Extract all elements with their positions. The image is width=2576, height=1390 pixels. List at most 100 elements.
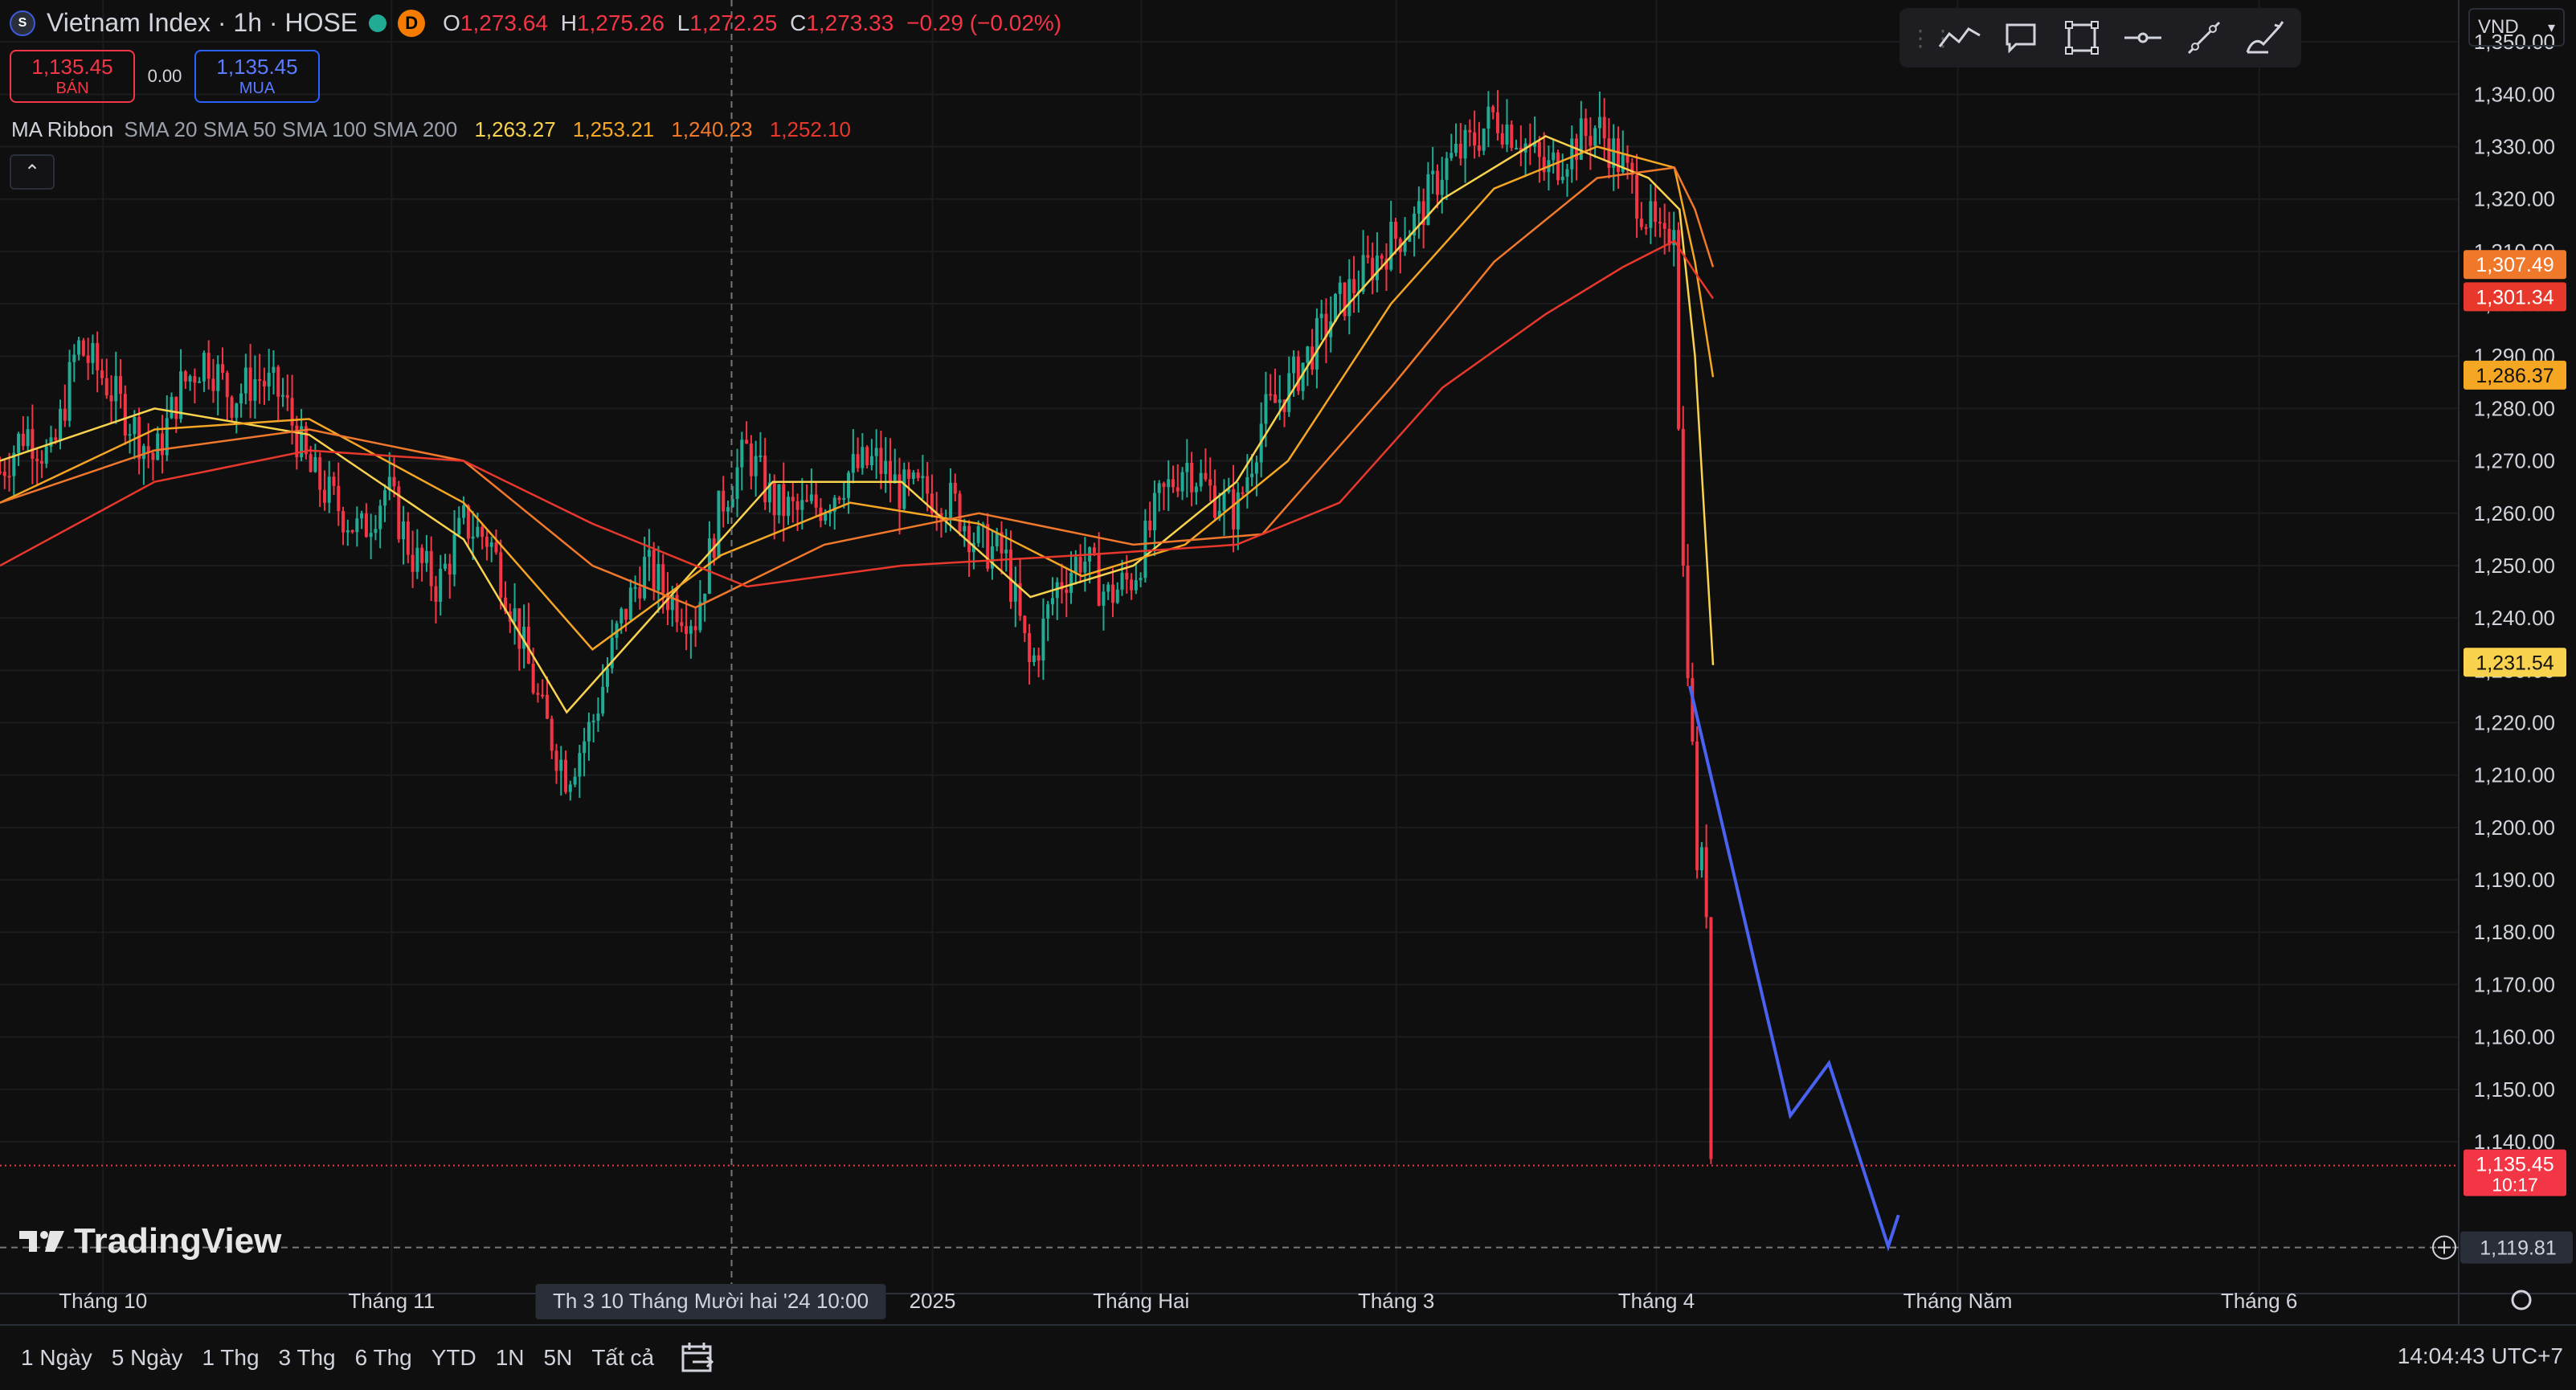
candle-body-364	[1686, 566, 1690, 679]
range-button-3[interactable]: 3 Thg	[269, 1345, 346, 1371]
drag-handle-icon[interactable]: ⋮⋮	[1909, 25, 1954, 51]
range-button-5[interactable]: YTD	[422, 1345, 486, 1371]
candle-body-225	[1041, 618, 1045, 661]
candle-body-324	[1500, 133, 1504, 145]
candle-body-245	[1134, 580, 1138, 591]
x-tick-label-3: Tháng Hai	[1093, 1289, 1189, 1313]
go-to-date-button[interactable]	[677, 1337, 718, 1379]
range-button-7[interactable]: 5N	[534, 1345, 583, 1371]
ma-ribbon-legend[interactable]: MA Ribbon SMA 20 SMA 50 SMA 100 SMA 200 …	[11, 117, 851, 142]
candle-body-318	[1473, 132, 1477, 145]
range-button-6[interactable]: 1N	[486, 1345, 534, 1371]
horizontal-ray-tool-button[interactable]	[2116, 14, 2169, 62]
candle-body-69	[318, 457, 322, 490]
sell-button[interactable]: 1,135.45 BÁN	[10, 50, 135, 103]
ma-ribbon-params: SMA 20 SMA 50 SMA 100 SMA 200	[124, 117, 458, 141]
candle-body-4	[17, 433, 21, 453]
candle-body-160	[740, 439, 744, 468]
candle-body-111	[513, 608, 517, 622]
candle-body-319	[1477, 145, 1481, 151]
candle-body-342	[1584, 118, 1588, 137]
y-tick-label-13: 1,220.00	[2474, 711, 2555, 735]
candle-body-137	[633, 587, 637, 589]
calendar-icon	[681, 1343, 714, 1372]
ray-tool-button[interactable]	[2177, 14, 2230, 62]
candle-body-209	[967, 525, 971, 553]
range-button-8[interactable]: Tất cả	[582, 1345, 664, 1371]
currency-selector[interactable]: VND ▾	[2468, 8, 2565, 47]
candle-body-134	[619, 608, 624, 623]
y-tick-label-11: 1,240.00	[2474, 606, 2555, 630]
crosshair-time-label: Th 3 10 Tháng Mười hai '24 10:00	[553, 1289, 869, 1313]
symbol-legend[interactable]: S Vietnam Index · 1h · HOSE D O1,273.64 …	[10, 8, 1061, 38]
candle-body-183	[847, 472, 851, 498]
candle-body-96	[443, 563, 447, 569]
candle-body-353	[1635, 174, 1639, 219]
candle-body-217	[1004, 550, 1008, 554]
ma-ribbon-name[interactable]: MA Ribbon	[11, 117, 113, 141]
candle-body-258	[1194, 486, 1198, 493]
candle-body-123	[568, 784, 572, 792]
clock[interactable]: 14:04:43 UTC+7	[2398, 1343, 2563, 1369]
candle-body-248	[1148, 521, 1152, 531]
candle-body-254	[1176, 487, 1180, 492]
candle-body-43	[198, 381, 202, 383]
symbol-title[interactable]: Vietnam Index · 1h · HOSE	[47, 8, 358, 38]
candle-body-244	[1130, 579, 1134, 591]
brush-tool-button[interactable]	[2239, 14, 2292, 62]
candle-body-249	[1152, 493, 1156, 531]
candle-body-10	[44, 446, 48, 464]
candle-body-366	[1695, 741, 1699, 871]
candle-body-40	[183, 371, 187, 382]
buy-button[interactable]: 1,135.45 MUA	[194, 50, 320, 103]
candle-body-126	[583, 741, 587, 754]
candle-body-291	[1347, 279, 1351, 317]
candle-body-7	[31, 429, 35, 460]
trend-line-tool-button[interactable]	[1933, 14, 1986, 62]
candle-body-103	[476, 526, 480, 537]
price-chart[interactable]: 1,350.001,340.001,330.001,320.001,310.00…	[0, 0, 2576, 1388]
candle-body-337	[1560, 176, 1564, 181]
candle-body-34	[156, 433, 160, 460]
candle-body-23	[104, 378, 108, 396]
candle-body-42	[193, 376, 197, 383]
data-delay-badge[interactable]: D	[398, 9, 426, 37]
candle-body-159	[735, 467, 739, 499]
candle-body-8	[35, 459, 39, 461]
candle-body-61	[281, 395, 285, 397]
trade-panel: 1,135.45 BÁN 0.00 1,135.45 MUA	[10, 50, 320, 103]
x-tick-label-4: Tháng 3	[1358, 1289, 1434, 1313]
comment-tool-button[interactable]	[1994, 14, 2047, 62]
candle-body-284	[1315, 317, 1319, 370]
rectangle-tool-button[interactable]	[2055, 14, 2108, 62]
candle-body-356	[1649, 201, 1653, 228]
range-button-2[interactable]: 1 Thg	[192, 1345, 268, 1371]
collapse-legend-button[interactable]: ⌃	[10, 154, 55, 190]
candle-body-38	[174, 396, 178, 419]
candle-body-226	[1046, 604, 1050, 619]
candle-body-46	[211, 378, 215, 391]
candle-body-369	[1709, 917, 1713, 1159]
candle-body-68	[313, 457, 317, 472]
candle-body-54	[248, 367, 252, 401]
tradingview-logo[interactable]: TradingView	[18, 1221, 281, 1261]
candle-body-262	[1212, 485, 1216, 518]
y-tick-label-19: 1,160.00	[2474, 1025, 2555, 1049]
candle-body-164	[758, 455, 763, 457]
candle-body-367	[1699, 847, 1703, 871]
candle-body-161	[745, 439, 749, 444]
market-status-icon[interactable]	[369, 14, 387, 32]
candle-body-150	[693, 626, 697, 631]
range-button-4[interactable]: 6 Thg	[346, 1345, 422, 1371]
candle-body-271	[1254, 462, 1258, 474]
candle-body-255	[1180, 472, 1184, 492]
range-button-0[interactable]: 1 Ngày	[11, 1345, 102, 1371]
range-button-1[interactable]: 5 Ngày	[102, 1345, 193, 1371]
candle-body-301	[1394, 222, 1398, 239]
candle-body-285	[1319, 313, 1323, 318]
candle-body-62	[285, 395, 289, 399]
x-tick-label-2: 2025	[910, 1289, 956, 1313]
candle-body-292	[1352, 279, 1356, 293]
candle-body-238	[1102, 591, 1106, 606]
candle-body-282	[1306, 346, 1310, 363]
